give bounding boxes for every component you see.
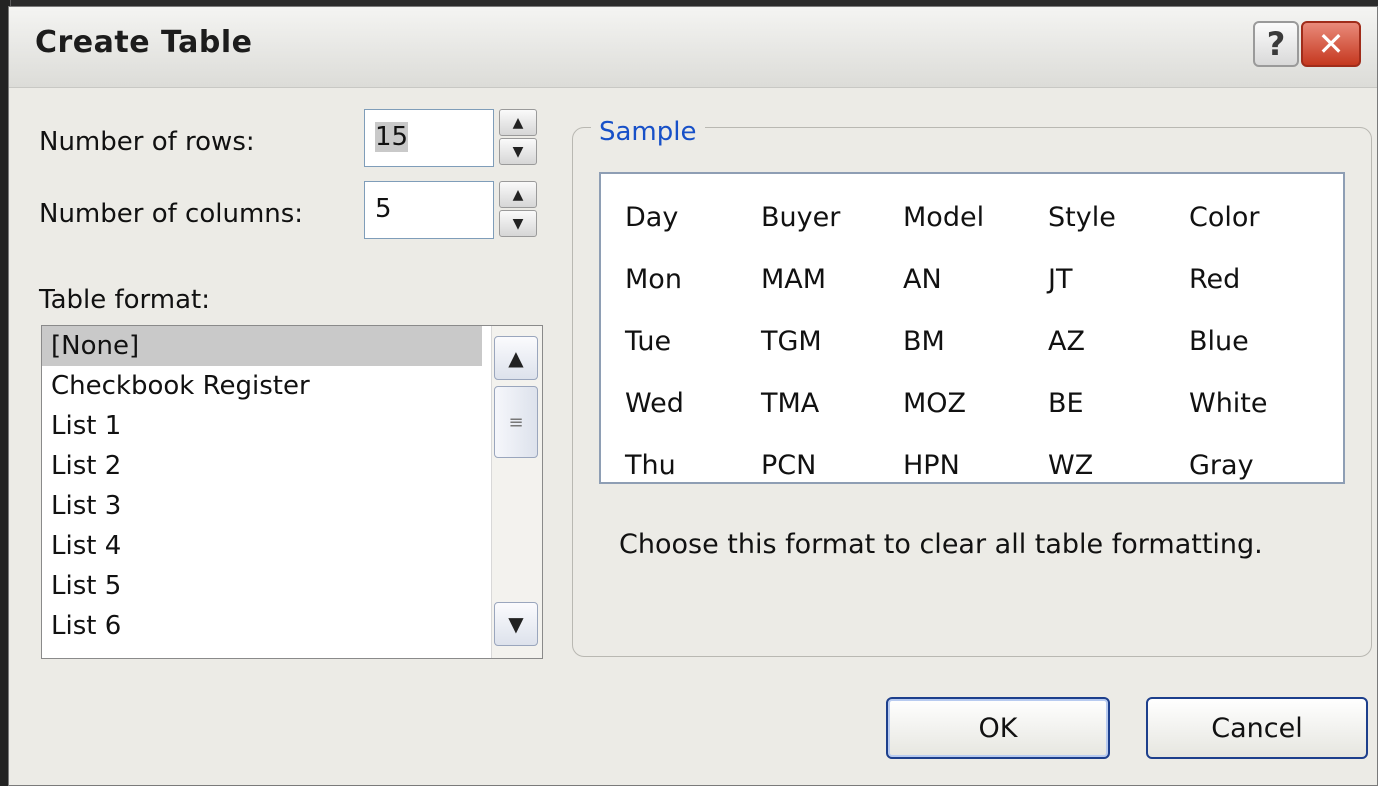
list-item[interactable]: List 3 [42, 486, 482, 526]
chevron-down-icon: ▼ [508, 612, 524, 636]
sample-cell: Red [1189, 264, 1241, 295]
arrow-down-icon: ▼ [512, 215, 524, 232]
sample-cell: JT [1048, 264, 1073, 295]
sample-cell: Color [1189, 202, 1260, 233]
arrow-up-icon: ▲ [512, 186, 524, 203]
list-scrollbar[interactable]: ▲ ≡ ▼ [491, 326, 542, 658]
columns-label: Number of columns: [39, 199, 304, 229]
sample-cell: Day [625, 202, 679, 233]
list-item[interactable]: [None] [42, 326, 482, 366]
scroll-up-button[interactable]: ▲ [494, 336, 538, 380]
sample-cell: Tue [625, 326, 672, 357]
table-format-list[interactable]: [None] Checkbook Register List 1 List 2 … [41, 325, 543, 659]
list-item[interactable]: List 2 [42, 446, 482, 486]
sample-cell: MOZ [903, 388, 967, 419]
rows-value: 15 [375, 122, 409, 152]
sample-cell: AZ [1048, 326, 1085, 357]
list-item[interactable]: Checkbook Register [42, 366, 482, 406]
list-item[interactable]: List 4 [42, 526, 482, 566]
format-description: Choose this format to clear all table fo… [619, 529, 1263, 560]
dialog-title: Create Table [35, 25, 253, 60]
sample-cell: MAM [761, 264, 827, 295]
ok-button[interactable]: OK [886, 697, 1110, 759]
sample-cell: Wed [625, 388, 684, 419]
sample-cell: Model [903, 202, 985, 233]
rows-spin-up-button[interactable]: ▲ [499, 109, 537, 136]
sample-cell: Style [1048, 202, 1116, 233]
sample-cell: WZ [1048, 450, 1094, 481]
sample-cell: Gray [1189, 450, 1254, 481]
sample-table: Day Buyer Model Style Color Mon MAM AN J… [599, 172, 1345, 484]
close-icon: ✕ [1317, 25, 1345, 63]
sample-cell: PCN [761, 450, 817, 481]
columns-spinner: ▲ ▼ [499, 181, 539, 239]
list-item[interactable]: List 5 [42, 566, 482, 606]
title-bar[interactable]: Create Table ? ✕ [9, 7, 1377, 88]
create-table-dialog: Create Table ? ✕ Number of rows: 15 ▲ ▼ … [8, 6, 1378, 786]
arrow-down-icon: ▼ [512, 143, 524, 160]
columns-spin-up-button[interactable]: ▲ [499, 181, 537, 208]
table-format-label: Table format: [39, 285, 211, 315]
sample-cell: Mon [625, 264, 682, 295]
rows-input[interactable]: 15 [364, 109, 494, 167]
help-icon: ? [1266, 25, 1286, 63]
scroll-thumb[interactable]: ≡ [494, 386, 538, 458]
sample-cell: BE [1048, 388, 1084, 419]
columns-value: 5 [375, 194, 392, 224]
columns-input[interactable]: 5 [364, 181, 494, 239]
sample-cell: White [1189, 388, 1268, 419]
sample-cell: Buyer [761, 202, 841, 233]
sample-cell: BM [903, 326, 945, 357]
sample-cell: AN [903, 264, 942, 295]
grip-icon: ≡ [508, 411, 524, 433]
rows-label: Number of rows: [39, 127, 255, 157]
sample-cell: Blue [1189, 326, 1249, 357]
sample-cell: TGM [761, 326, 822, 357]
scroll-down-button[interactable]: ▼ [494, 602, 538, 646]
sample-cell: Thu [625, 450, 676, 481]
sample-cell: TMA [761, 388, 820, 419]
chevron-up-icon: ▲ [508, 346, 524, 370]
rows-spinner: ▲ ▼ [499, 109, 539, 167]
sample-cell: HPN [903, 450, 960, 481]
help-button[interactable]: ? [1253, 21, 1299, 67]
columns-spin-down-button[interactable]: ▼ [499, 210, 537, 237]
cancel-button[interactable]: Cancel [1146, 697, 1368, 759]
list-item[interactable]: List 1 [42, 406, 482, 446]
close-button[interactable]: ✕ [1301, 21, 1361, 67]
sample-legend: Sample [591, 117, 705, 147]
list-item[interactable]: List 6 [42, 606, 482, 646]
arrow-up-icon: ▲ [512, 114, 524, 131]
rows-spin-down-button[interactable]: ▼ [499, 138, 537, 165]
